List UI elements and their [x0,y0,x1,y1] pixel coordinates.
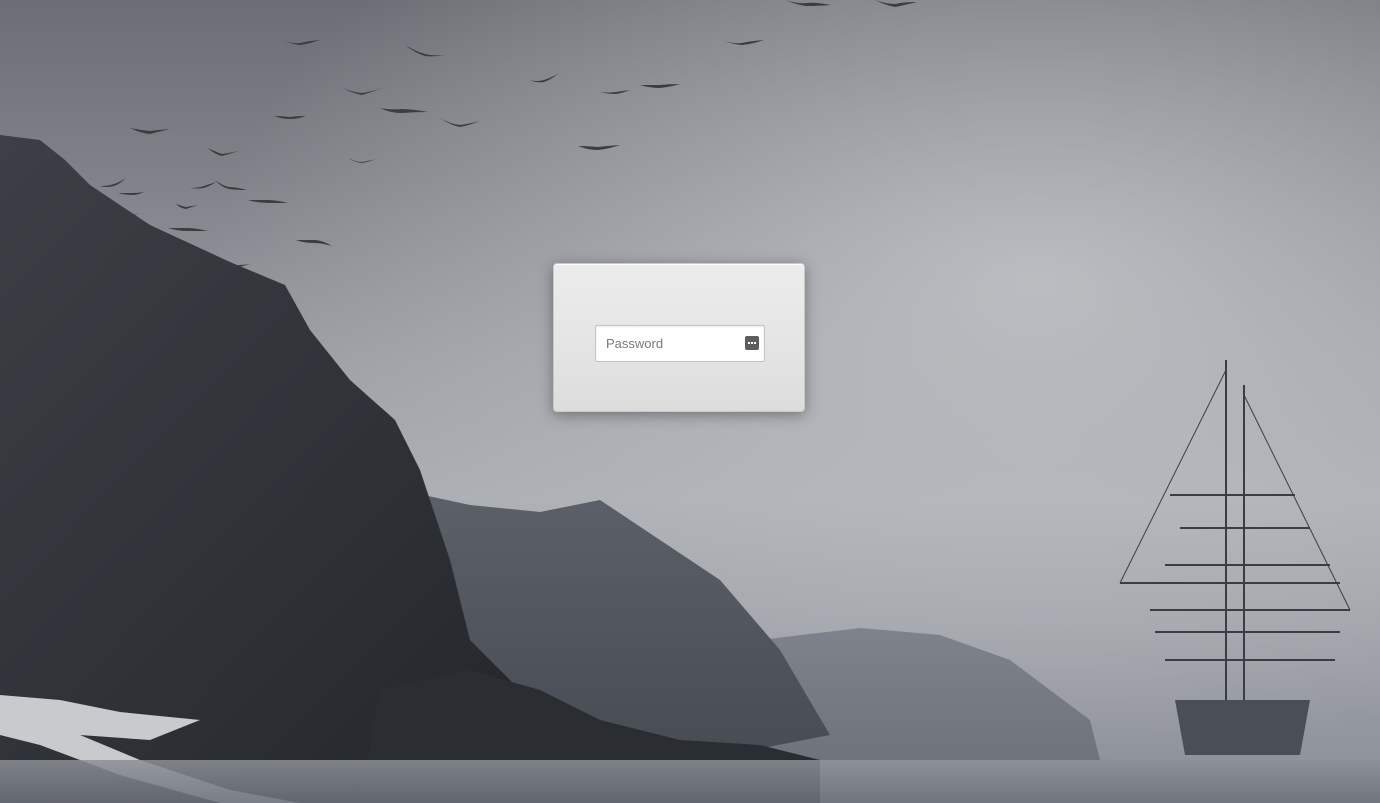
password-field[interactable] [595,325,765,362]
sea [0,760,1380,803]
login-dialog [553,263,805,412]
password-input[interactable] [596,326,736,361]
desktop-background [0,0,1380,803]
password-dots-icon[interactable] [745,336,759,350]
